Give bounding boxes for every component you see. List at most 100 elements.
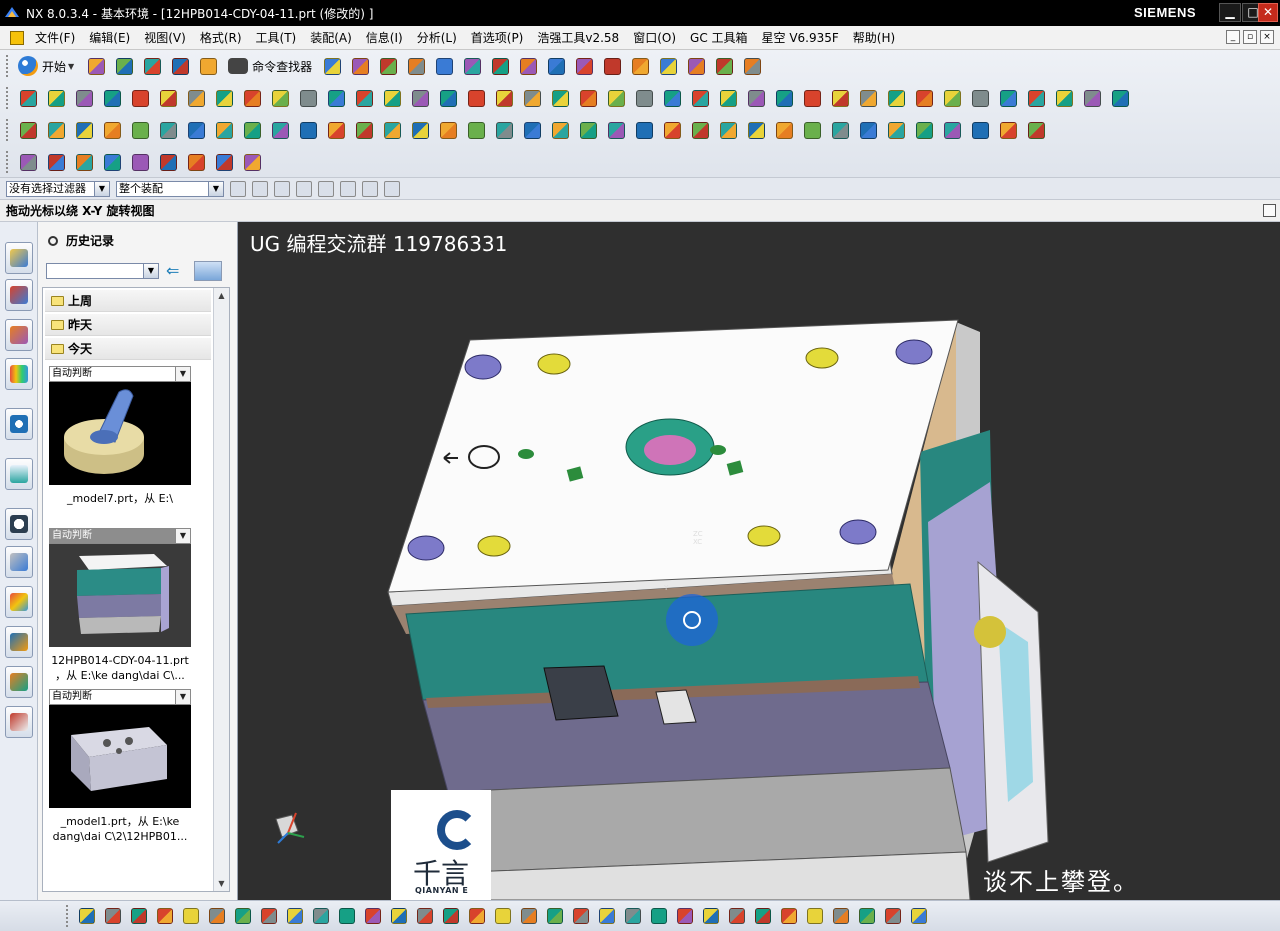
history-group-today[interactable]: 今天 <box>45 338 211 360</box>
toolbar-button[interactable] <box>660 86 684 110</box>
resource-tab[interactable] <box>5 626 33 658</box>
menu-haoqiang-tools[interactable]: 浩强工具v2.58 <box>530 27 626 49</box>
toolbar-button[interactable] <box>72 86 96 110</box>
toolbar-grip[interactable] <box>6 55 10 77</box>
toolbar-button[interactable] <box>744 118 768 142</box>
toolbar-button[interactable] <box>84 54 108 78</box>
back-arrow-icon[interactable]: ⇐ <box>166 262 186 280</box>
toolbar-button[interactable] <box>439 904 463 928</box>
toolbar-button[interactable] <box>376 54 400 78</box>
resource-tab[interactable] <box>5 546 33 578</box>
toolbar-button[interactable] <box>432 54 456 78</box>
toolbar-button[interactable] <box>257 904 281 928</box>
toolbar-button[interactable] <box>576 118 600 142</box>
load-mode-dropdown[interactable]: 自动判断 ▼ <box>49 528 191 544</box>
toolbar-button[interactable] <box>361 904 385 928</box>
toolbar-button[interactable] <box>296 118 320 142</box>
load-mode-dropdown[interactable]: 自动判断 ▼ <box>49 689 191 705</box>
menu-help[interactable]: 帮助(H) <box>846 27 902 49</box>
toolbar-button[interactable] <box>744 86 768 110</box>
toolbar-button[interactable] <box>673 904 697 928</box>
toolbar-button[interactable] <box>16 118 40 142</box>
resource-tab[interactable] <box>5 586 33 618</box>
toolbar-button[interactable] <box>716 86 740 110</box>
toolbar-button[interactable] <box>632 86 656 110</box>
toolbar-button[interactable] <box>205 904 229 928</box>
toolbar-button[interactable] <box>621 904 645 928</box>
toolbar-button[interactable] <box>436 86 460 110</box>
toolbar-button[interactable] <box>335 904 359 928</box>
eraser-icon[interactable] <box>296 180 312 197</box>
toolbar-button[interactable] <box>492 86 516 110</box>
toolbar-button[interactable] <box>72 150 96 174</box>
resource-tab[interactable] <box>5 666 33 698</box>
toolbar-button[interactable] <box>184 150 208 174</box>
toolbar-button[interactable] <box>296 86 320 110</box>
toolbar-button[interactable] <box>324 86 348 110</box>
selection-filter-dropdown[interactable]: 没有选择过滤器 ▼ <box>6 180 110 197</box>
toolbar-button[interactable] <box>604 118 628 142</box>
toolbar-button[interactable] <box>604 86 628 110</box>
toolbar-button[interactable] <box>101 904 125 928</box>
toolbar-button[interactable] <box>751 904 775 928</box>
menu-information[interactable]: 信息(I) <box>359 27 410 49</box>
toolbar-button[interactable] <box>576 86 600 110</box>
toolbar-button[interactable] <box>884 86 908 110</box>
toolbar-button[interactable] <box>168 54 192 78</box>
mdi-minimize-button[interactable]: _ <box>1226 30 1240 44</box>
toolbar-button[interactable] <box>231 904 255 928</box>
menu-format[interactable]: 格式(R) <box>193 27 249 49</box>
toolbar-button[interactable] <box>179 904 203 928</box>
menu-analysis[interactable]: 分析(L) <box>410 27 464 49</box>
history-scrollbar[interactable]: ▲ ▼ <box>213 288 229 891</box>
toolbar-button[interactable] <box>712 54 736 78</box>
resource-tab[interactable] <box>5 458 33 490</box>
toolbar-button[interactable] <box>100 150 124 174</box>
toolbar-button[interactable] <box>268 86 292 110</box>
toolbar-button[interactable] <box>647 904 671 928</box>
toolbar-button[interactable] <box>660 118 684 142</box>
toolbar-button[interactable] <box>803 904 827 928</box>
toolbar-button[interactable] <box>140 54 164 78</box>
toolbar-button[interactable] <box>408 86 432 110</box>
toolbar-button[interactable] <box>436 118 460 142</box>
toolbar-button[interactable] <box>16 150 40 174</box>
toolbar-button[interactable] <box>884 118 908 142</box>
resource-tab[interactable] <box>5 279 33 311</box>
toolbar-button[interactable] <box>492 118 516 142</box>
toolbar-button[interactable] <box>464 86 488 110</box>
toolbar-button[interactable] <box>912 86 936 110</box>
toolbar-button[interactable] <box>268 118 292 142</box>
toolbar-button[interactable] <box>72 118 96 142</box>
menu-preferences[interactable]: 首选项(P) <box>464 27 531 49</box>
toolbar-button[interactable] <box>153 904 177 928</box>
history-group-last-week[interactable]: 上周 <box>45 290 211 312</box>
arrow-selection-icon[interactable] <box>318 180 334 197</box>
toolbar-button[interactable] <box>1024 118 1048 142</box>
toolbar-button[interactable] <box>968 86 992 110</box>
scroll-up-icon[interactable]: ▲ <box>214 288 229 303</box>
menu-xingkong[interactable]: 星空 V6.935F <box>755 27 846 49</box>
toolbar-button[interactable] <box>408 118 432 142</box>
toolbar-button[interactable] <box>716 118 740 142</box>
resource-tab[interactable] <box>5 242 33 274</box>
toolbar-button[interactable] <box>320 54 344 78</box>
toolbar-button[interactable] <box>212 150 236 174</box>
toolbar-button[interactable] <box>465 904 489 928</box>
toolbar-button[interactable] <box>688 118 712 142</box>
toolbar-button[interactable] <box>324 118 348 142</box>
toolbar-button[interactable] <box>800 118 824 142</box>
toolbar-button[interactable] <box>491 904 515 928</box>
toolbar-button[interactable] <box>184 86 208 110</box>
toolbar-button[interactable] <box>772 118 796 142</box>
part-thumbnail[interactable] <box>49 544 191 647</box>
toolbar-button[interactable] <box>156 118 180 142</box>
toolbar-button[interactable] <box>380 118 404 142</box>
toolbar-button[interactable] <box>569 904 593 928</box>
toolbar-button[interactable] <box>881 904 905 928</box>
toolbar-button[interactable] <box>907 904 931 928</box>
resource-tab[interactable] <box>5 358 33 390</box>
toolbar-button[interactable] <box>829 904 853 928</box>
toolbar-button[interactable] <box>100 118 124 142</box>
toolbar-button[interactable] <box>772 86 796 110</box>
